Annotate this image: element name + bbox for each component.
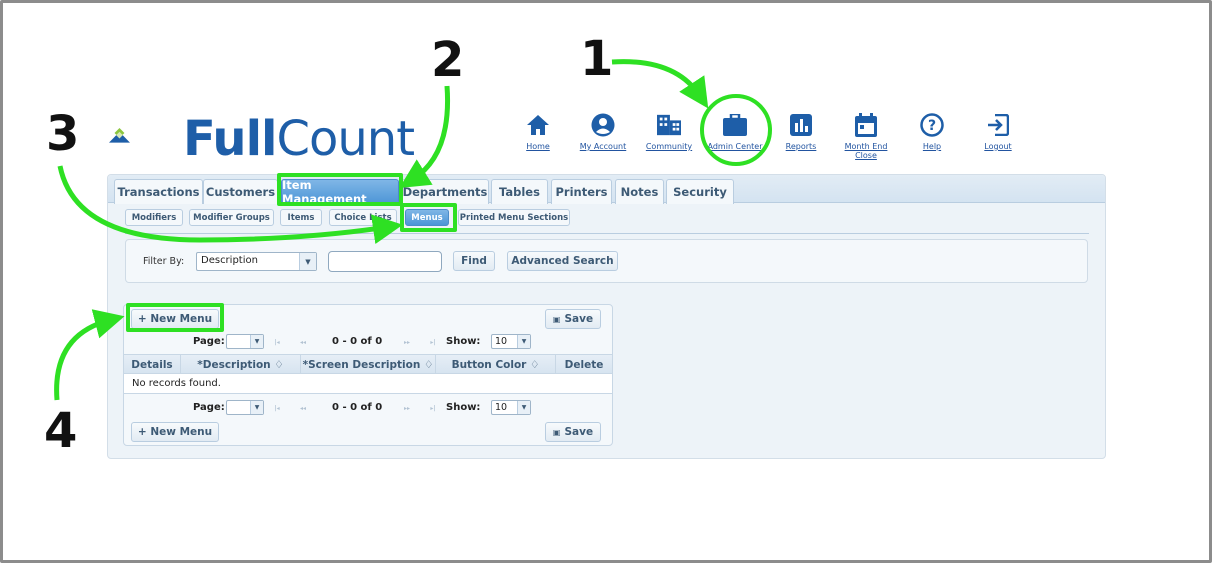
nav-month-end-close[interactable]: Month End Close [836, 113, 896, 160]
page-size-select-top[interactable]: 10 ▼ [491, 334, 531, 349]
tab-security[interactable]: Security [666, 179, 734, 204]
annotation-number-3: 3 [46, 106, 80, 162]
page-select-bottom[interactable]: ▼ [226, 400, 264, 415]
calendar-icon [854, 113, 878, 137]
filter-field-select[interactable]: Description ▼ [196, 252, 317, 271]
page-label-bottom: Page: [193, 402, 225, 413]
subtab-items[interactable]: Items [280, 209, 322, 226]
subtab-modifier-groups[interactable]: Modifier Groups [189, 209, 274, 226]
save-button-top[interactable]: ▣ Save [545, 309, 601, 329]
column-delete: Delete [564, 358, 604, 371]
highlight-menus [400, 203, 457, 232]
filter-field-value: Description [201, 255, 258, 266]
nav-my-account-label: My Account [579, 142, 627, 151]
chevron-down-icon: ▼ [299, 253, 316, 270]
column-description[interactable]: *Description ♢ [181, 355, 301, 374]
show-label-top: Show: [446, 336, 481, 347]
nav-logout[interactable]: Logout [968, 113, 1028, 151]
annotation-number-4: 4 [44, 403, 78, 459]
chevron-down-icon: ▼ [250, 401, 263, 414]
prev-page-icon[interactable]: ◂◂ [296, 336, 310, 349]
save-icon: ▣ [552, 314, 561, 324]
nav-home[interactable]: Home [508, 113, 568, 151]
subtab-choice-lists[interactable]: Choice Lists [329, 209, 397, 226]
page-size-value-bottom: 10 [495, 402, 508, 413]
nav-help[interactable]: ? Help [902, 113, 962, 151]
filter-search-input[interactable] [328, 251, 442, 272]
user-circle-icon [591, 113, 615, 137]
save-button-bottom[interactable]: ▣ Save [545, 422, 601, 442]
briefcase-icon [723, 113, 747, 137]
find-button[interactable]: Find [453, 251, 495, 271]
chevron-down-icon: ▼ [517, 401, 530, 414]
last-page-icon[interactable]: ▸| [426, 402, 440, 415]
next-page-icon[interactable]: ▸▸ [400, 402, 414, 415]
page-select-top[interactable]: ▼ [226, 334, 264, 349]
advanced-search-button[interactable]: Advanced Search [507, 251, 618, 271]
save-icon: ▣ [552, 427, 561, 437]
nav-help-label: Help [922, 142, 942, 151]
page-label-top: Page: [193, 336, 225, 347]
save-label-bottom: Save [564, 426, 594, 438]
annotation-number-2: 2 [431, 32, 465, 88]
home-icon [526, 113, 550, 137]
tab-notes[interactable]: Notes [615, 179, 664, 204]
nav-admin-center[interactable]: Admin Center [705, 113, 765, 151]
nav-admin-center-label: Admin Center [707, 142, 763, 151]
bar-chart-icon [789, 113, 813, 137]
tab-transactions[interactable]: Transactions [114, 179, 203, 204]
highlight-item-management [277, 173, 403, 206]
tab-printers[interactable]: Printers [551, 179, 612, 204]
nav-my-account[interactable]: My Account [573, 113, 633, 151]
annotation-number-1: 1 [580, 31, 614, 87]
page-size-select-bottom[interactable]: 10 ▼ [491, 400, 531, 415]
filter-label: Filter By: [143, 256, 185, 267]
pager-top: Page: ▼ |◂ ◂◂ 0 - 0 of 0 ▸▸ ▸| Show: 10 ▼ [124, 332, 612, 352]
nav-reports[interactable]: Reports [771, 113, 831, 151]
nav-logout-label: Logout [984, 142, 1012, 151]
column-screen-description[interactable]: *Screen Description ♢ [301, 355, 436, 374]
building-icon [657, 113, 681, 137]
next-page-icon[interactable]: ▸▸ [400, 336, 414, 349]
nav-community-label: Community [645, 142, 693, 151]
new-menu-button-bottom[interactable]: + New Menu [131, 422, 219, 442]
column-button-color[interactable]: Button Color ♢ [436, 355, 556, 374]
logout-icon [986, 113, 1010, 137]
tab-tables[interactable]: Tables [491, 179, 548, 204]
first-page-icon[interactable]: |◂ [270, 336, 284, 349]
prev-page-icon[interactable]: ◂◂ [296, 402, 310, 415]
top-navigation: Home My Account Community Admin Center R… [0, 113, 1212, 165]
svg-text:?: ? [928, 118, 936, 134]
subtab-modifiers[interactable]: Modifiers [125, 209, 183, 226]
range-text-bottom: 0 - 0 of 0 [332, 402, 383, 413]
save-label-top: Save [564, 313, 594, 325]
nav-home-label: Home [526, 142, 550, 151]
subtab-printed-menu-sections[interactable]: Printed Menu Sections [458, 209, 570, 226]
last-page-icon[interactable]: ▸| [426, 336, 440, 349]
empty-records-row: No records found. [124, 374, 612, 394]
column-details[interactable]: Details [124, 355, 181, 374]
chevron-down-icon: ▼ [517, 335, 530, 348]
grid-bottom-toolbar: + New Menu ▣ Save [124, 421, 612, 444]
subtab-divider [125, 233, 1089, 234]
tab-bar: Transactions Customers Item Management D… [108, 175, 1105, 206]
grid-header-row: Details *Description ♢ *Screen Descripti… [124, 354, 612, 374]
help-circle-icon: ? [920, 113, 944, 137]
tab-departments[interactable]: Departments [401, 179, 489, 204]
nav-community[interactable]: Community [639, 113, 699, 151]
page-size-value-top: 10 [495, 336, 508, 347]
nav-reports-label: Reports [785, 142, 817, 151]
tab-customers[interactable]: Customers [203, 179, 278, 204]
nav-month-end-close-label: Month End Close [844, 142, 888, 160]
show-label-bottom: Show: [446, 402, 481, 413]
pager-bottom: Page: ▼ |◂ ◂◂ 0 - 0 of 0 ▸▸ ▸| Show: 10 ▼ [124, 398, 612, 418]
first-page-icon[interactable]: |◂ [270, 402, 284, 415]
chevron-down-icon: ▼ [250, 335, 263, 348]
range-text-top: 0 - 0 of 0 [332, 336, 383, 347]
filter-box: Filter By: Description ▼ Find Advanced S… [125, 239, 1088, 283]
highlight-new-menu [126, 303, 224, 332]
